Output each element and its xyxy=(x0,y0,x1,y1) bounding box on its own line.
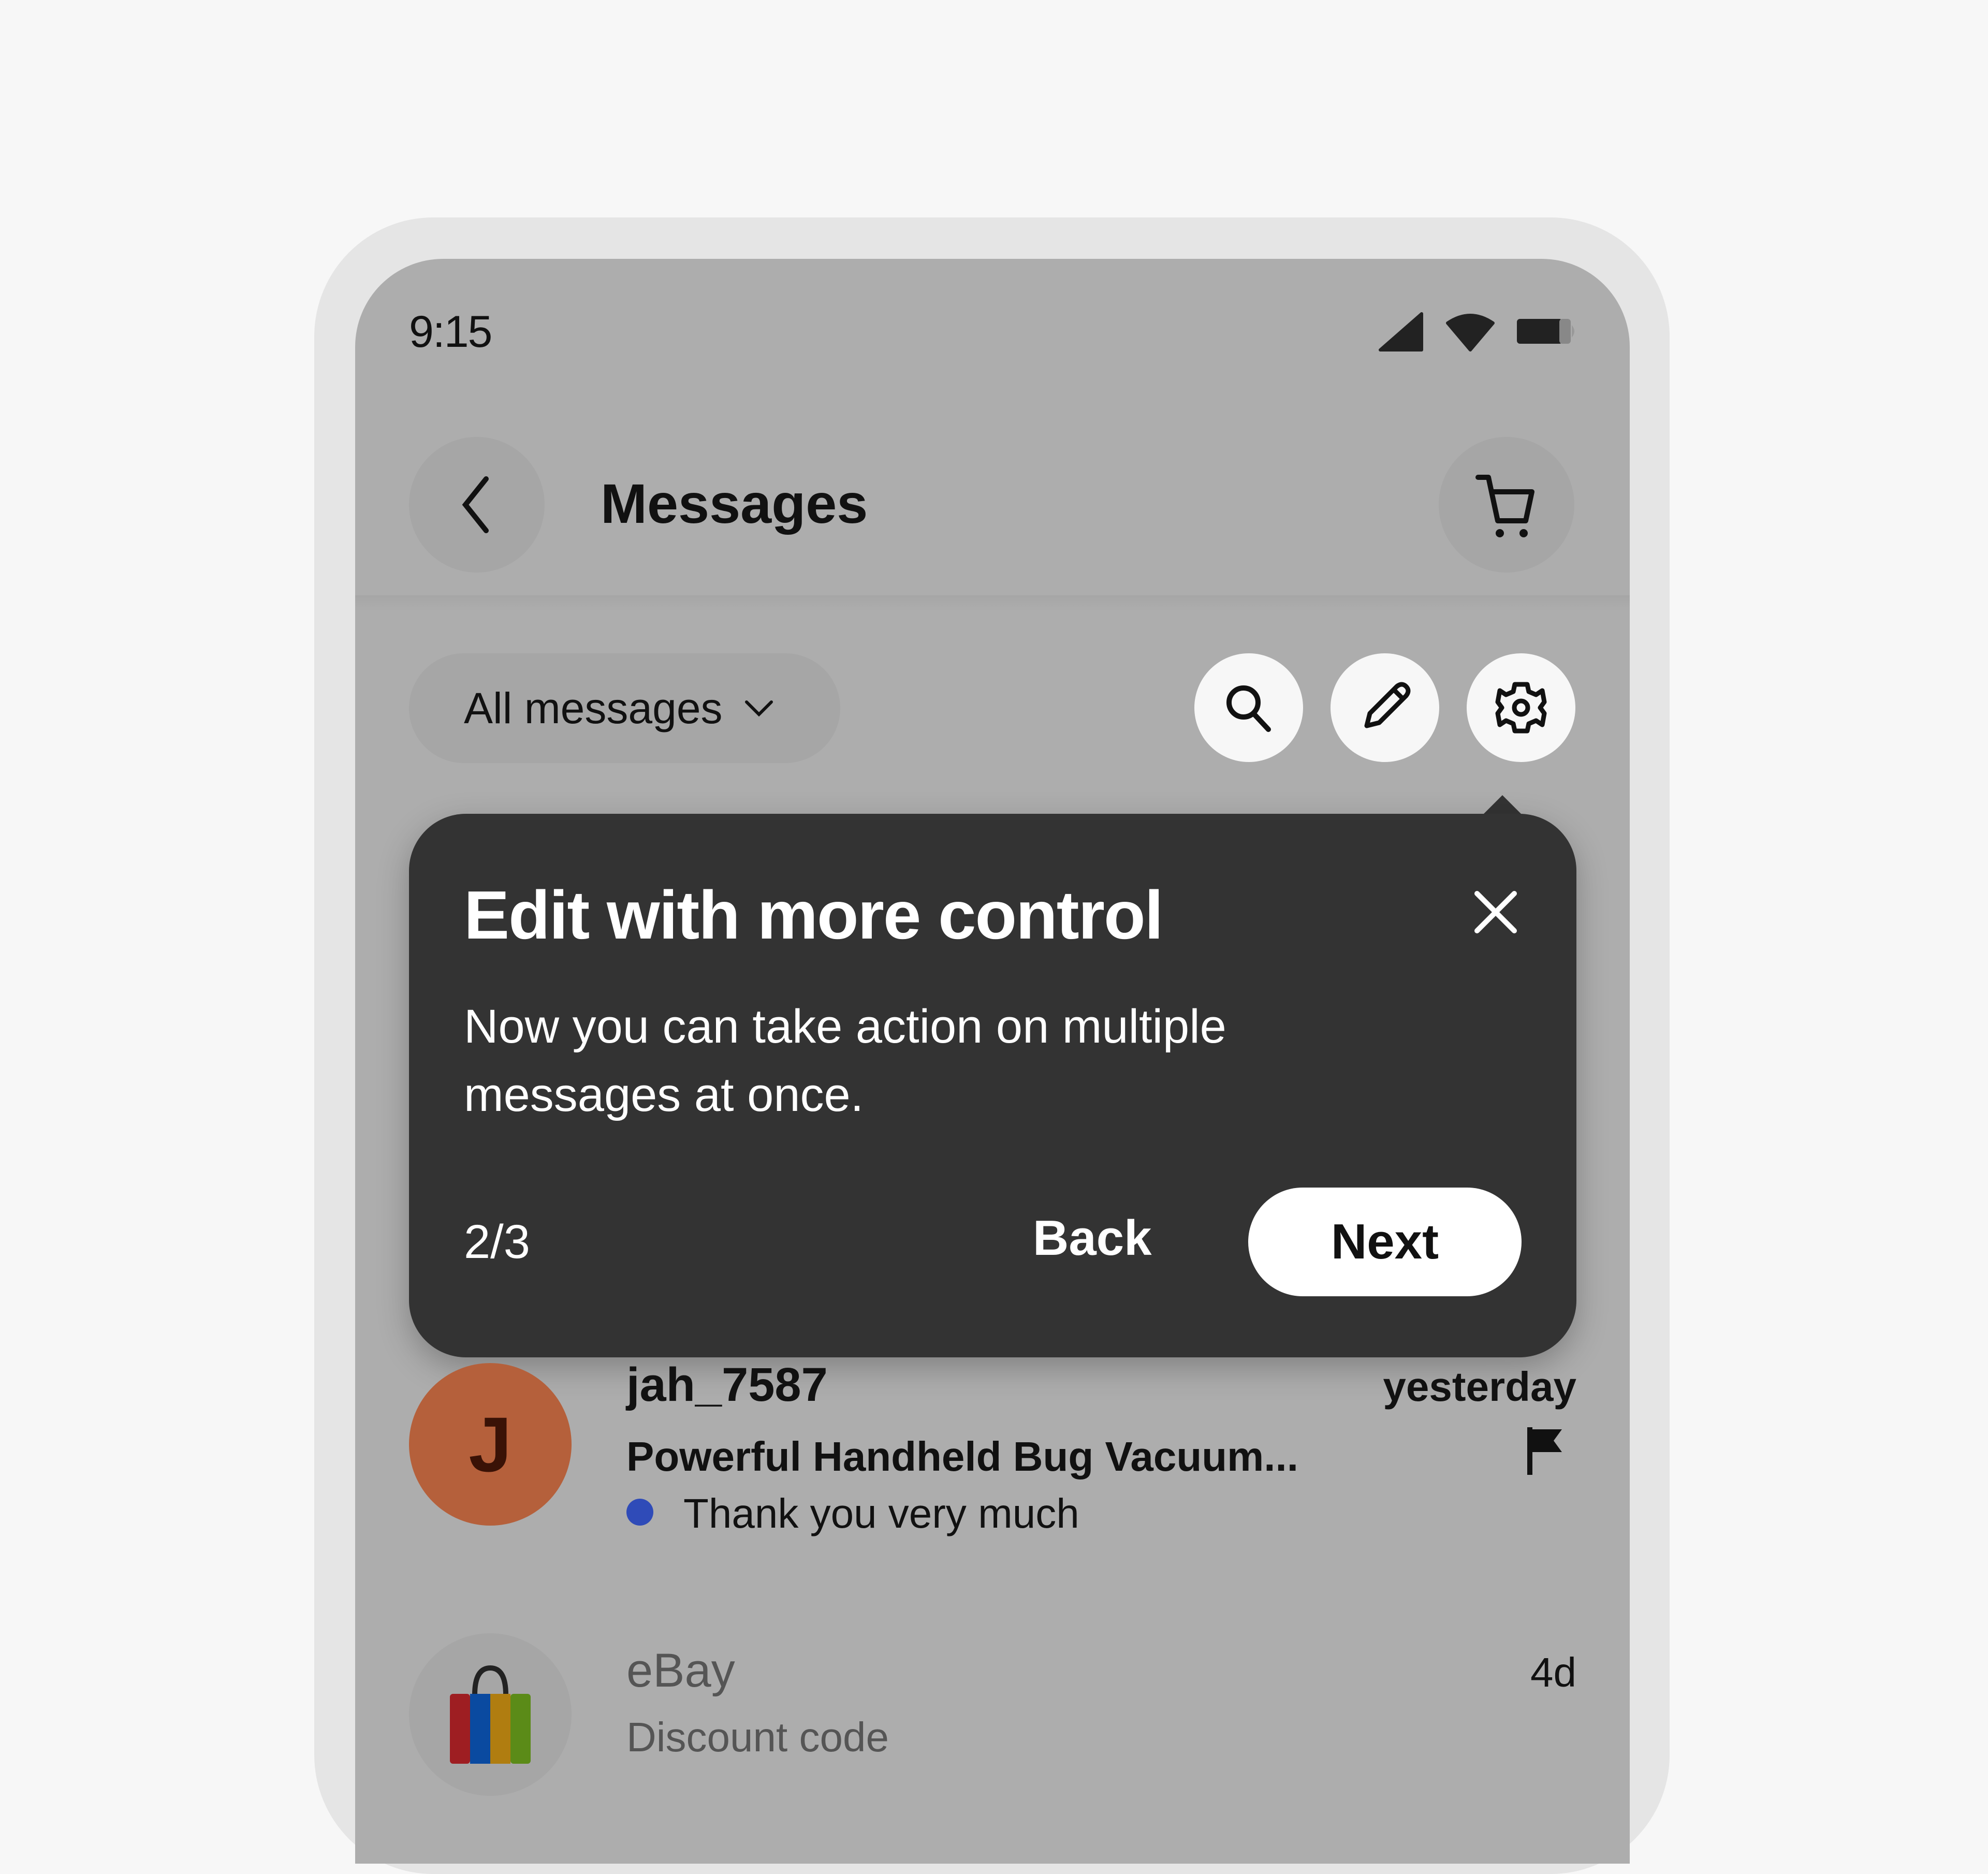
battery-icon xyxy=(1517,319,1574,344)
phone-screen: 9:15 Messages All messages Edit with mor… xyxy=(355,259,1630,1864)
close-button[interactable] xyxy=(1470,886,1522,938)
message-filter-dropdown[interactable]: All messages xyxy=(409,653,840,763)
tooltip-title: Edit with more control xyxy=(464,877,1163,953)
cart-button[interactable] xyxy=(1439,437,1574,573)
settings-button[interactable] xyxy=(1467,653,1575,762)
unread-dot xyxy=(626,1499,653,1526)
page-title: Messages xyxy=(601,472,868,535)
back-step-button[interactable]: Back xyxy=(1033,1210,1152,1267)
sender-name: eBay xyxy=(626,1644,735,1697)
onboarding-tooltip: Edit with more control Now you can take … xyxy=(409,814,1576,1357)
search-icon xyxy=(1226,685,1271,732)
message-preview: Thank you very much xyxy=(683,1490,1079,1536)
search-button[interactable] xyxy=(1194,653,1303,762)
chevron-left-icon xyxy=(462,476,489,533)
status-time: 9:15 xyxy=(409,307,492,357)
tooltip-step-counter: 2/3 xyxy=(464,1216,530,1268)
avatar-initial: J xyxy=(469,1400,512,1488)
back-button[interactable] xyxy=(409,437,545,573)
avatar xyxy=(409,1633,572,1796)
message-preview: Discount code xyxy=(626,1714,889,1760)
wifi-icon xyxy=(1446,314,1495,352)
message-time: 4d xyxy=(1530,1649,1576,1695)
next-step-button[interactable]: Next xyxy=(1248,1188,1522,1296)
cell-signal-icon xyxy=(1379,312,1423,352)
flag-icon[interactable] xyxy=(1525,1425,1566,1477)
filter-label: All messages xyxy=(464,683,723,733)
shopping-bag-icon xyxy=(450,1665,531,1764)
gear-icon xyxy=(1495,682,1547,734)
message-row[interactable]: eBay 4d Discount code xyxy=(409,1633,1576,1840)
chevron-down-icon xyxy=(744,700,773,717)
message-row[interactable]: J jah_7587 yesterday Powerful Handheld B… xyxy=(409,1358,1576,1560)
message-subject: Powerful Handheld Bug Vacuum... xyxy=(626,1433,1298,1480)
avatar: J xyxy=(409,1363,572,1526)
sender-name: jah_7587 xyxy=(626,1358,828,1411)
status-icons xyxy=(1378,311,1578,352)
header-divider xyxy=(355,595,1630,611)
edit-button[interactable] xyxy=(1331,653,1439,762)
message-time: yesterday xyxy=(1383,1364,1576,1410)
pencil-icon xyxy=(1364,682,1411,728)
cart-icon xyxy=(1475,475,1534,537)
tooltip-body: Now you can take action on multiple mess… xyxy=(464,1000,1226,1121)
close-icon xyxy=(1474,891,1517,933)
